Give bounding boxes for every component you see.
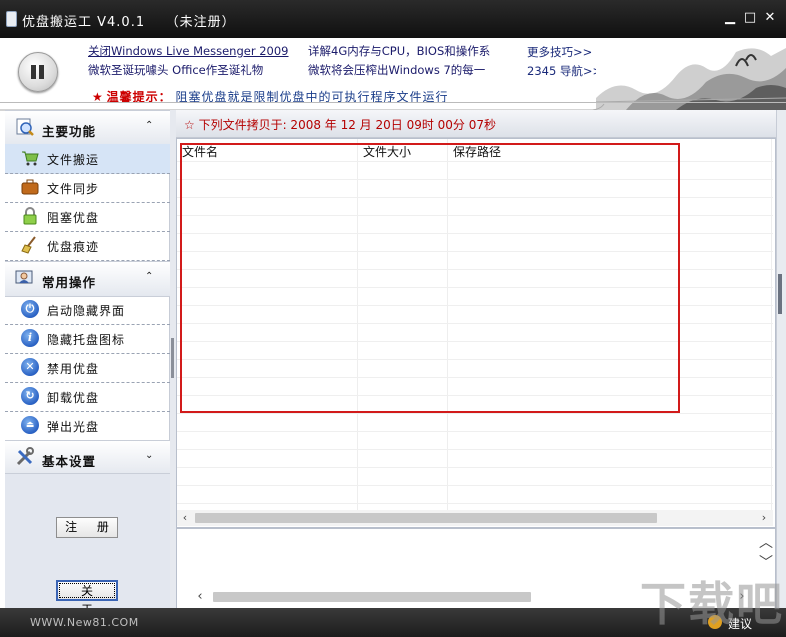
section-label: 主要功能 xyxy=(42,124,97,139)
info-icon: i xyxy=(21,329,39,347)
power-icon: ⏻ xyxy=(21,300,39,318)
broom-icon xyxy=(21,236,36,254)
window-title: 优盘搬运工 V4.0.1 （未注册） xyxy=(22,15,236,30)
about-button[interactable]: 关 于 xyxy=(56,580,118,617)
suggest-link[interactable]: 建议 xyxy=(728,615,752,632)
log-panel[interactable]: ‹ › ︿ ﹀ xyxy=(176,528,776,610)
sidebar-item-label: 启动隐藏界面 xyxy=(47,304,126,318)
news-link-1[interactable]: 关闭Windows Live Messenger 2009 xyxy=(88,43,289,59)
sidebar-item-block-usb[interactable]: 阻塞优盘 xyxy=(5,202,170,232)
news-link-4[interactable]: 微软将会压榨出Windows 7的每一 xyxy=(308,62,504,78)
suggest-icon[interactable] xyxy=(708,615,722,629)
pause-button[interactable] xyxy=(18,52,58,92)
section-label: 常用操作 xyxy=(42,275,97,290)
sidebar-item-unmount-usb[interactable]: ↻ 卸载优盘 xyxy=(5,382,170,412)
sidebar: 主要功能 ⌃ 文件搬运 文件同步 阻塞优盘 优盘痕迹 常用操作 ⌃ ⏻ 启动隐藏… xyxy=(5,110,170,617)
user-monitor-icon xyxy=(15,270,33,284)
sidebar-item-label: 文件搬运 xyxy=(47,153,100,167)
magnifier-doc-icon xyxy=(16,118,34,136)
news-banner: 关闭Windows Live Messenger 2009 微软圣诞玩噱头 Of… xyxy=(0,38,786,111)
copy-time-text: ☆ 下列文件拷贝于: 2008 年 12 月 20日 09时 00分 07秒 xyxy=(184,118,497,132)
sidebar-item-label: 禁用优盘 xyxy=(47,362,100,376)
highlight-annotation-box xyxy=(180,143,680,413)
scroll-right-icon[interactable]: › xyxy=(735,589,749,605)
main-panel: ☆ 下列文件拷贝于: 2008 年 12 月 20日 09时 00分 07秒 文… xyxy=(176,110,776,610)
sidebar-item-start-hidden-ui[interactable]: ⏻ 启动隐藏界面 xyxy=(5,295,170,325)
register-button[interactable]: 注 册 xyxy=(56,517,118,538)
sidebar-item-hide-tray-icon[interactable]: i 隐藏托盘图标 xyxy=(5,324,170,354)
sidebar-item-label: 弹出光盘 xyxy=(47,420,100,434)
sidebar-item-eject-disc[interactable]: ⏏ 弹出光盘 xyxy=(5,411,170,441)
scroll-right-icon[interactable]: › xyxy=(757,510,771,526)
tools-icon xyxy=(16,447,34,466)
title-bar[interactable]: 优盘搬运工 V4.0.1 （未注册） ▁ □ ✕ xyxy=(0,0,786,38)
scroll-thumb[interactable] xyxy=(195,513,657,523)
chevron-up-icon[interactable]: ⌃ xyxy=(145,271,153,282)
sidebar-item-file-sync[interactable]: 文件同步 xyxy=(5,173,170,203)
chevron-down-icon[interactable]: ⌄ xyxy=(145,450,153,461)
pause-icon xyxy=(31,65,36,79)
more-tips-link[interactable]: 更多技巧>> xyxy=(527,44,592,60)
close-button[interactable]: ✕ xyxy=(762,10,778,26)
status-bar: WWW.New81.COM 建议 xyxy=(0,608,786,637)
sidebar-footer: 注 册 关 于 xyxy=(5,473,170,617)
section-main-functions[interactable]: 主要功能 ⌃ xyxy=(5,110,170,146)
sidebar-item-disable-usb[interactable]: ✕ 禁用优盘 xyxy=(5,353,170,383)
sidebar-item-usb-traces[interactable]: 优盘痕迹 xyxy=(5,231,170,261)
section-common-operations[interactable]: 常用操作 ⌃ xyxy=(5,261,170,297)
scroll-up-icon[interactable]: ︿ xyxy=(759,535,773,551)
news-link-3[interactable]: 详解4G内存与CPU，BIOS和操作系 xyxy=(308,43,504,59)
list-horizontal-scrollbar[interactable]: ‹ › xyxy=(177,510,773,526)
minimize-button[interactable]: ▁ xyxy=(722,10,738,26)
splitter-grip[interactable] xyxy=(778,274,782,314)
close-circle-icon: ✕ xyxy=(21,358,39,376)
nav-2345-link[interactable]: 2345 导航>> xyxy=(527,63,602,79)
sidebar-item-label: 卸载优盘 xyxy=(47,391,100,405)
sidebar-item-file-transfer[interactable]: 文件搬运 xyxy=(5,144,170,174)
scroll-left-icon[interactable]: ‹ xyxy=(193,589,207,605)
lock-icon xyxy=(23,207,37,225)
sidebar-item-label: 阻塞优盘 xyxy=(47,211,100,225)
scroll-thumb[interactable] xyxy=(213,592,531,602)
file-list[interactable]: 文件名 文件大小 保存路径 ‹ › xyxy=(176,138,776,528)
sidebar-item-label: 优盘痕迹 xyxy=(47,240,100,254)
splitter-grip[interactable] xyxy=(171,338,174,378)
scroll-left-icon[interactable]: ‹ xyxy=(178,510,192,526)
chevron-up-icon[interactable]: ⌃ xyxy=(145,120,153,131)
right-splitter[interactable] xyxy=(776,110,786,608)
refresh-icon: ↻ xyxy=(21,387,39,405)
scroll-down-icon[interactable]: ﹀ xyxy=(759,555,773,571)
briefcase-icon xyxy=(21,179,39,195)
landscape-painting-icon xyxy=(596,38,786,110)
log-horizontal-scrollbar[interactable]: ‹ › xyxy=(191,589,751,605)
section-label: 基本设置 xyxy=(42,454,97,469)
sidebar-item-label: 文件同步 xyxy=(47,182,100,196)
usb-app-icon xyxy=(6,11,17,27)
maximize-button[interactable]: □ xyxy=(742,10,758,26)
copy-time-header: ☆ 下列文件拷贝于: 2008 年 12 月 20日 09时 00分 07秒 xyxy=(176,110,776,138)
cart-icon xyxy=(22,151,39,166)
news-link-2[interactable]: 微软圣诞玩噱头 Office作圣诞礼物 xyxy=(88,62,263,78)
section-basic-settings[interactable]: 基本设置 ⌄ xyxy=(5,440,170,476)
sidebar-item-label: 隐藏托盘图标 xyxy=(47,333,126,347)
eject-icon: ⏏ xyxy=(21,416,39,434)
site-url: WWW.New81.COM xyxy=(30,616,139,629)
